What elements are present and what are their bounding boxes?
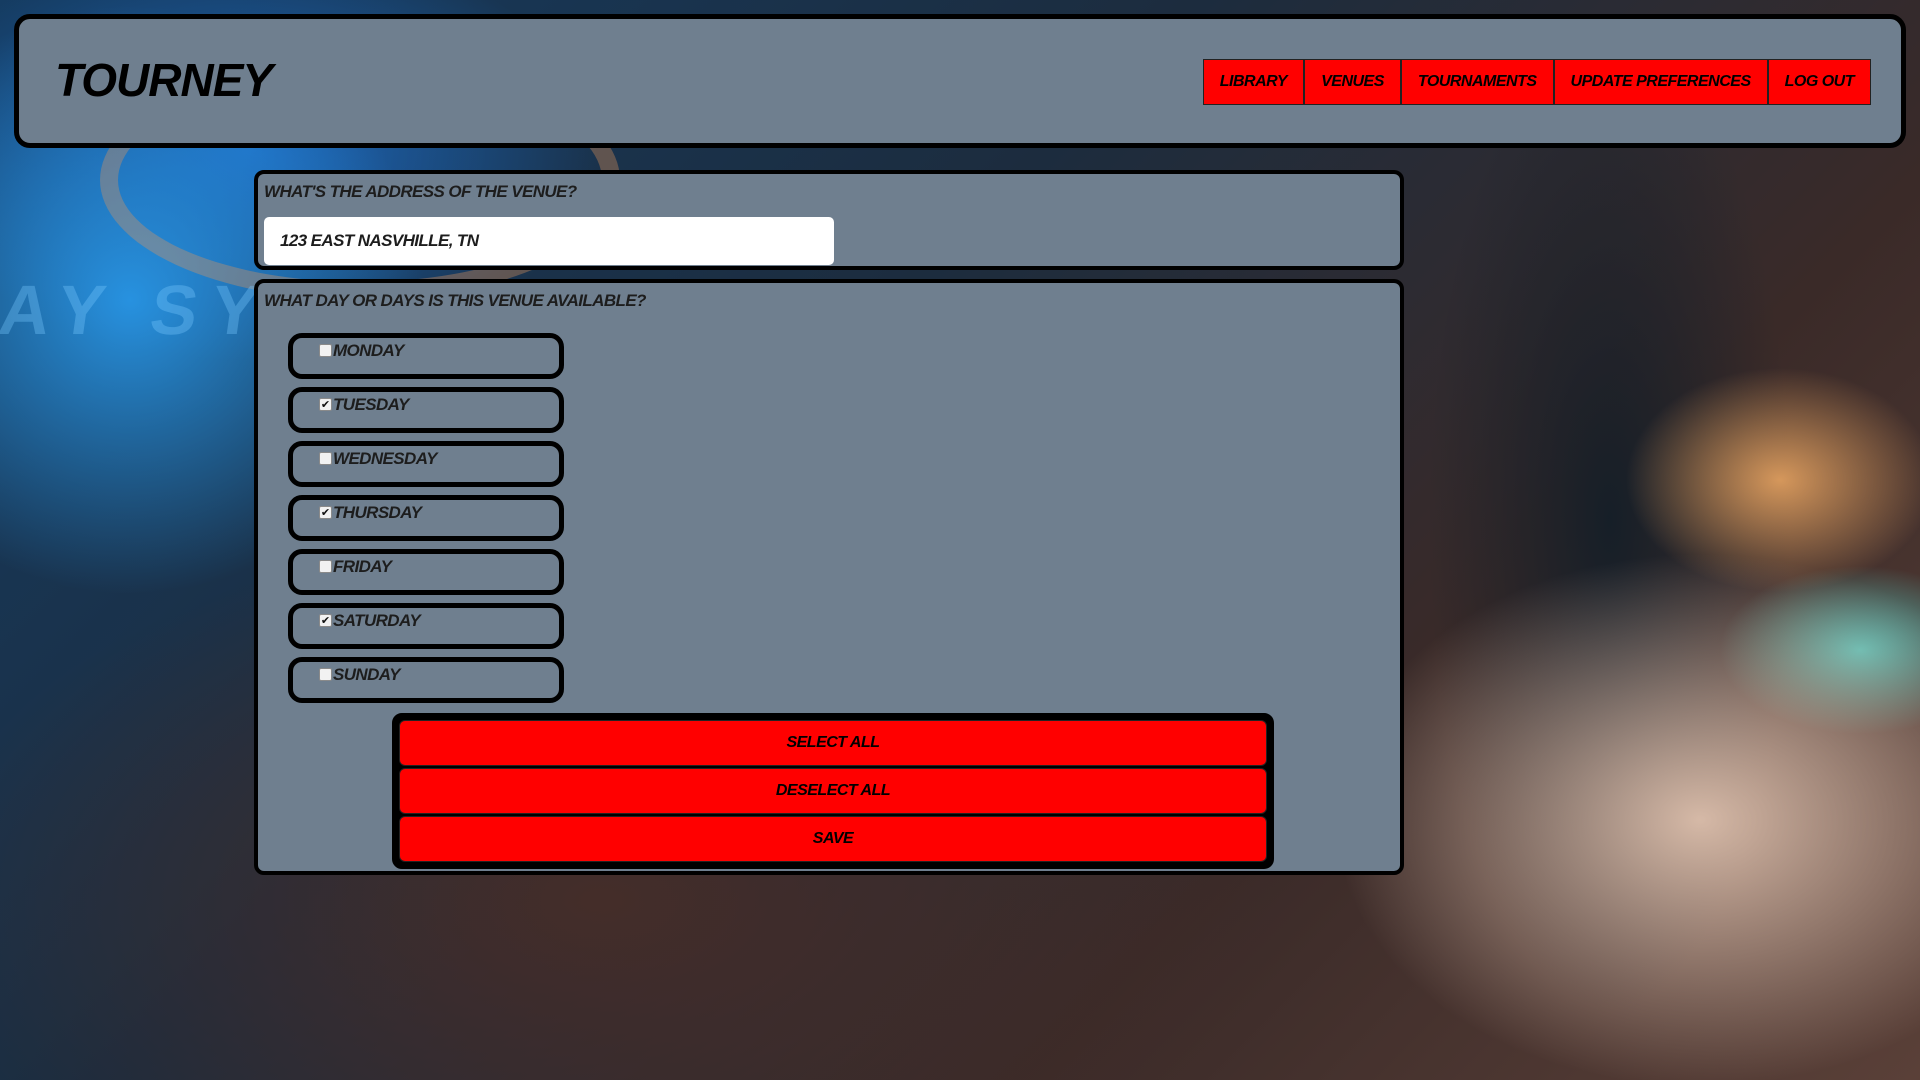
day-label-wednesday: Wednesday xyxy=(333,449,437,468)
nav-library-button[interactable]: LIBRARY xyxy=(1202,59,1305,105)
deselect-all-button[interactable]: Deselect All xyxy=(399,768,1267,814)
day-label-tuesday: Tuesday xyxy=(333,395,409,414)
day-option-friday[interactable]: Friday xyxy=(288,549,564,595)
action-button-group: Select All Deselect All Save xyxy=(392,713,1274,869)
nav-tournaments-button[interactable]: TOURNAMENTS xyxy=(1400,59,1554,105)
address-input[interactable] xyxy=(264,217,834,265)
day-option-saturday[interactable]: ✔ Saturday xyxy=(288,603,564,649)
address-panel: What's the address of the venue? xyxy=(254,170,1404,270)
checkbox-monday[interactable] xyxy=(319,344,332,357)
checkbox-tuesday[interactable]: ✔ xyxy=(319,398,332,411)
day-option-monday[interactable]: Monday xyxy=(288,333,564,379)
days-question: What day or days is this venue available… xyxy=(264,291,646,310)
day-option-thursday[interactable]: ✔ Thursday xyxy=(288,495,564,541)
day-label-sunday: Sunday xyxy=(333,665,401,684)
day-label-monday: Monday xyxy=(333,341,404,360)
checkbox-sunday[interactable] xyxy=(319,668,332,681)
day-label-thursday: Thursday xyxy=(333,503,422,522)
nav-update-preferences-button[interactable]: UPDATE PREFERENCES xyxy=(1553,59,1768,105)
day-option-wednesday[interactable]: Wednesday xyxy=(288,441,564,487)
address-question: What's the address of the venue? xyxy=(264,182,577,201)
select-all-button[interactable]: Select All xyxy=(399,720,1267,766)
day-label-friday: Friday xyxy=(333,557,392,576)
checkbox-wednesday[interactable] xyxy=(319,452,332,465)
main-nav: LIBRARY VENUES TOURNAMENTS UPDATE PREFER… xyxy=(1202,59,1871,105)
days-panel: What day or days is this venue available… xyxy=(254,279,1404,875)
checkbox-thursday[interactable]: ✔ xyxy=(319,506,332,519)
checkbox-saturday[interactable]: ✔ xyxy=(319,614,332,627)
app-logo[interactable]: TOURNEY xyxy=(55,53,273,107)
top-header: TOURNEY LIBRARY VENUES TOURNAMENTS UPDAT… xyxy=(14,14,1906,148)
checkbox-friday[interactable] xyxy=(319,560,332,573)
day-label-saturday: Saturday xyxy=(333,611,421,630)
save-button[interactable]: Save xyxy=(399,816,1267,862)
nav-venues-button[interactable]: VENUES xyxy=(1304,59,1401,105)
day-option-sunday[interactable]: Sunday xyxy=(288,657,564,703)
day-option-tuesday[interactable]: ✔ Tuesday xyxy=(288,387,564,433)
nav-log-out-button[interactable]: LOG OUT xyxy=(1767,59,1871,105)
